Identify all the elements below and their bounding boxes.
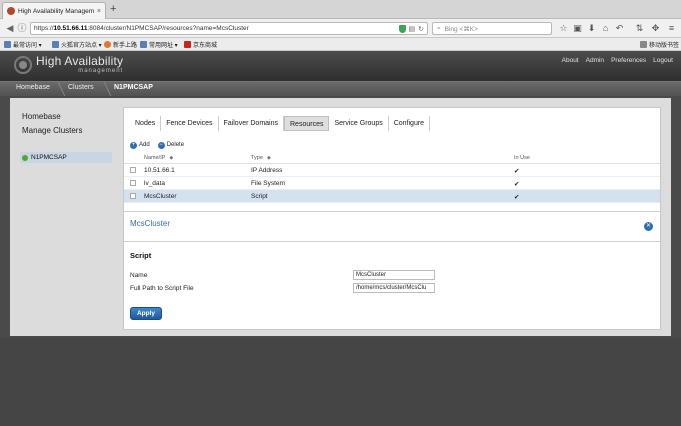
tab-service-groups[interactable]: Service Groups (329, 116, 389, 131)
home-icon[interactable]: ⌂ (600, 22, 611, 34)
in-use-check-icon: ✔ (514, 181, 520, 188)
cluster-name: N1PMCSAP (31, 154, 67, 161)
logout-link[interactable]: Logout (653, 57, 673, 64)
breadcrumb-current: N1PMCSAP (114, 84, 153, 91)
menu-icon[interactable]: ≡ (666, 22, 677, 34)
about-link[interactable]: About (562, 57, 579, 64)
breadcrumb-separator (50, 82, 66, 96)
breadcrumb-separator (96, 82, 112, 96)
in-use-check-icon: ✔ (514, 168, 520, 175)
name-label: Name (130, 272, 148, 279)
mobile-icon (640, 41, 647, 48)
resource-actions: + Add − Delete (124, 139, 660, 151)
browser-tabbar: High Availability Managem... × + (0, 0, 681, 19)
bookmark-mobile[interactable]: 移动版书签 (640, 40, 679, 49)
search-icon: ⌕ (437, 24, 441, 32)
breadcrumb-homebase[interactable]: Homebase (16, 84, 50, 91)
cluster-list-item[interactable]: N1PMCSAP (20, 152, 112, 163)
sort-icon: ◆ (169, 155, 174, 161)
star-icon[interactable]: ☆ (558, 22, 569, 34)
column-header-type[interactable]: Type ◆ (251, 155, 271, 161)
browser-tab-title: High Availability Managem... (18, 7, 94, 15)
delete-button[interactable]: − Delete (157, 141, 184, 149)
close-tab-icon[interactable]: × (97, 8, 101, 15)
bookmark-firefox-site[interactable]: 火狐官方站点 ▾ (52, 40, 102, 49)
new-tab-button[interactable]: + (110, 3, 116, 16)
download-icon[interactable]: ⬇ (586, 22, 597, 34)
name-input[interactable]: McsCluster (353, 270, 435, 280)
app-title: High Availability (36, 54, 124, 68)
row-checkbox[interactable] (130, 167, 136, 173)
bookmark-common-sites[interactable]: 常用网址 ▾ (140, 40, 178, 49)
browser-tab[interactable]: High Availability Managem... × (2, 2, 106, 19)
in-use-check-icon: ✔ (514, 194, 520, 201)
extension-icon[interactable]: ✥ (650, 22, 661, 34)
tab-fence-devices[interactable]: Fence Devices (161, 116, 219, 131)
section-tabs: Nodes Fence Devices Failover Domains Res… (130, 116, 431, 131)
script-path-input[interactable]: /home/mcs/cluster/McsClu (353, 283, 435, 293)
undo-icon[interactable]: ↶ (614, 22, 625, 34)
app-subtitle: management (78, 68, 124, 74)
add-button[interactable]: + Add (130, 141, 150, 149)
admin-link[interactable]: Admin (586, 57, 604, 64)
row-checkbox[interactable] (130, 180, 136, 186)
close-detail-icon[interactable]: ✕ (644, 222, 653, 231)
reader-icon[interactable]: ▤ (409, 25, 416, 33)
plus-icon: + (130, 141, 137, 149)
resources-table: Name/IP ◆ Type ◆ In Use 10.51.66.1 IP Addr… (124, 152, 660, 203)
minus-icon: − (157, 141, 165, 149)
divider (124, 211, 660, 212)
breadcrumb: Homebase Clusters N1PMCSAP (0, 81, 681, 96)
detail-title: McsCluster (130, 219, 171, 228)
logo-icon (14, 55, 32, 74)
breadcrumb-clusters[interactable]: Clusters (68, 84, 94, 91)
main-panel: Nodes Fence Devices Failover Domains Res… (123, 107, 661, 330)
apply-button[interactable]: Apply (130, 307, 162, 320)
table-row[interactable]: 10.51.66.1 IP Address ✔ (124, 164, 660, 177)
leftnav-manage-clusters[interactable]: Manage Clusters (22, 126, 82, 135)
search-box[interactable]: ⌕ Bing <⌘K> (432, 22, 552, 35)
column-header-name[interactable]: Name/IP ◆ (144, 155, 173, 161)
tab-nodes[interactable]: Nodes (130, 116, 162, 131)
section-title: Script (130, 251, 152, 260)
address-bar[interactable]: https://10.51.66.11:8084/cluster/N1PMCSA… (30, 22, 428, 35)
tab-failover-domains[interactable]: Failover Domains (219, 116, 284, 131)
table-header: Name/IP ◆ Type ◆ In Use (124, 152, 660, 164)
column-header-in-use[interactable]: In Use (514, 155, 530, 161)
info-icon[interactable]: ⓘ (16, 22, 28, 34)
row-checkbox[interactable] (130, 193, 136, 199)
folder-icon (4, 41, 11, 48)
divider (124, 241, 660, 242)
sort-icon: ◆ (266, 155, 271, 161)
folder-icon (140, 41, 147, 48)
sync-icon[interactable]: ⇅ (634, 22, 645, 34)
shield-icon[interactable] (398, 24, 406, 33)
bookmark-most-visited[interactable]: 最常访问 ▾ (4, 40, 42, 49)
clipboard-icon[interactable]: ▣ (572, 22, 583, 34)
back-icon[interactable]: ◀ (4, 22, 16, 34)
script-path-label: Full Path to Script File (130, 285, 194, 292)
firefox-icon (104, 41, 111, 48)
reload-icon[interactable]: ↻ (418, 25, 424, 33)
url-text[interactable]: https://10.51.66.11:8084/cluster/N1PMCSA… (34, 25, 396, 32)
table-row[interactable]: lv_data File System ✔ (124, 177, 660, 190)
tab-resources[interactable]: Resources (284, 116, 330, 131)
top-links: About Admin Preferences Logout (562, 57, 673, 64)
preferences-link[interactable]: Preferences (611, 57, 646, 64)
bookmark-getting-started[interactable]: 新手上路 (104, 40, 137, 49)
bookmark-jd[interactable]: 京东商城 (184, 40, 217, 49)
status-online-icon (22, 154, 28, 161)
search-placeholder: Bing <⌘K> (444, 25, 478, 33)
page-footer (0, 338, 681, 426)
tab-configure[interactable]: Configure (389, 116, 431, 131)
browser-navbar: ◀ ⓘ https://10.51.66.11:8084/cluster/N1P… (0, 19, 681, 38)
jd-icon (184, 41, 191, 48)
site-favicon-icon (7, 7, 15, 15)
app-header: High Availability management About Admin… (0, 52, 681, 81)
table-row[interactable]: McsCluster Script ✔ (124, 190, 660, 203)
leftnav-homebase[interactable]: Homebase (22, 112, 61, 121)
app-logo[interactable]: High Availability management (14, 55, 123, 74)
bookmarks-bar: 最常访问 ▾ 火狐官方站点 ▾ 新手上路 常用网址 ▾ 京东商城 移动版书签 (0, 38, 681, 51)
folder-icon (52, 41, 59, 48)
